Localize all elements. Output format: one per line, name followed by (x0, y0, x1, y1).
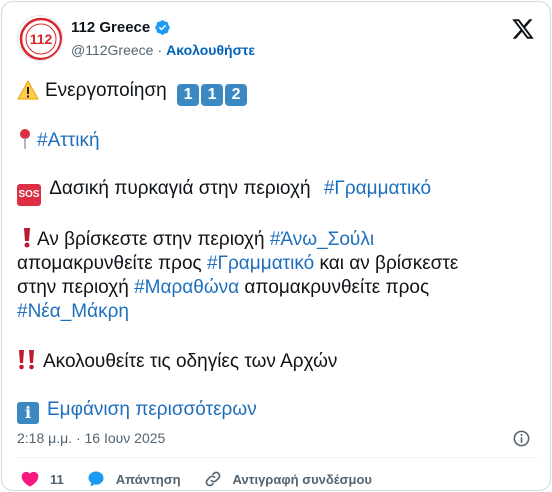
exclamation-icon (24, 228, 30, 248)
tweet-line-evacuate-3: #Νέα_Μάκρη (17, 300, 129, 324)
handle-separator: · (157, 42, 163, 58)
like-button[interactable]: 11 (20, 469, 64, 489)
hashtag-ano-souli[interactable]: #Άνω_Σούλι (270, 229, 374, 250)
hashtag-grammatiko-2[interactable]: #Γραμματικό (207, 253, 314, 274)
like-count: 11 (50, 471, 64, 487)
author-handle[interactable]: @112Greece (71, 42, 153, 58)
tweet-line-if: Αν βρίσκεστε στην περιοχή #Άνω_Σούλι (17, 227, 374, 252)
tweet-card[interactable]: 112 112 Greece @112Greece · Ακολουθήστε … (1, 1, 551, 491)
show-more-row: i Εμφάνιση περισσότερων (17, 398, 257, 424)
fire-text: Δασική πυρκαγιά στην περιοχή (49, 178, 311, 199)
show-more-link[interactable]: Εμφάνιση περισσότερων (47, 399, 257, 420)
avatar[interactable]: 112 (17, 15, 63, 61)
hashtag-grammatiko[interactable]: #Γραμματικό (324, 178, 431, 199)
tweet-line-evacuate-2: στην περιοχή #Μαραθώνα απομακρυνθείτε πρ… (17, 276, 429, 300)
copy-link-button[interactable]: Αντιγραφή συνδέσμου (203, 469, 372, 489)
keycap-1: 1 (177, 84, 200, 106)
follow-instructions-text: Ακολουθείτε τις οδηγίες των Αρχών (43, 351, 338, 372)
hashtag-nea-makri[interactable]: #Νέα_Μάκρη (17, 301, 129, 322)
tweet-line-fire: SOS Δασική πυρκαγιά στην περιοχή #Γραμμα… (17, 177, 431, 206)
avatar-logo-icon: 112 (19, 17, 62, 60)
x-logo-icon[interactable] (511, 17, 535, 41)
link-icon (205, 471, 220, 487)
keycap-3: 2 (225, 84, 248, 106)
info-circle-icon[interactable] (512, 429, 531, 448)
activation-text: Ενεργοποίηση (45, 80, 167, 101)
warning-icon (17, 80, 39, 100)
tweet-line-activation: Ενεργοποίηση 112 (17, 79, 249, 106)
follow-button[interactable]: Ακολουθήστε (166, 42, 255, 58)
round-pushpin-icon (20, 129, 30, 149)
hashtag-marathona[interactable]: #Μαραθώνα (134, 277, 239, 298)
copy-link-label: Αντιγραφή συνδέσμου (232, 471, 372, 487)
tweet-header: 112 112 Greece @112Greece · Ακολουθήστε (17, 15, 539, 63)
evacuate-text-c: απομακρυνθείτε προς (244, 277, 430, 298)
hashtag-attiki[interactable]: #Αττική (37, 130, 100, 151)
avatar-text: 112 (30, 31, 53, 47)
tweet-line-location: #Αττική (17, 128, 100, 153)
author-name[interactable]: 112 Greece (71, 19, 150, 36)
double-exclamation-icon (19, 350, 34, 370)
evacuate-text-a: απομακρυνθείτε προς (17, 253, 202, 274)
sos-icon: SOS (17, 184, 41, 206)
tweet-timestamp[interactable]: 2:18 μ.μ. · 16 Ιουν 2025 (17, 430, 165, 446)
divider (17, 457, 537, 458)
keycap-2: 1 (201, 84, 224, 106)
reply-bubble-icon (88, 471, 104, 487)
information-icon: i (17, 402, 39, 424)
heart-icon (21, 471, 39, 487)
reply-label: Απάντηση (115, 471, 181, 487)
evacuate-text-b: και αν βρίσκεστε (319, 253, 459, 274)
tweet-line-evacuate-1: απομακρυνθείτε προς #Γραμματικό και αν β… (17, 252, 458, 276)
reply-button[interactable]: Απάντηση (86, 469, 181, 489)
action-bar: 11 Απάντηση Αντιγραφή συνδέσμου (20, 469, 394, 489)
verified-badge-icon (155, 20, 171, 35)
area-text: στην περιοχή (17, 277, 129, 298)
if-text: Αν βρίσκεστε στην περιοχή (37, 229, 265, 250)
tweet-line-follow: Ακολουθείτε τις οδηγίες των Αρχών (17, 349, 337, 374)
